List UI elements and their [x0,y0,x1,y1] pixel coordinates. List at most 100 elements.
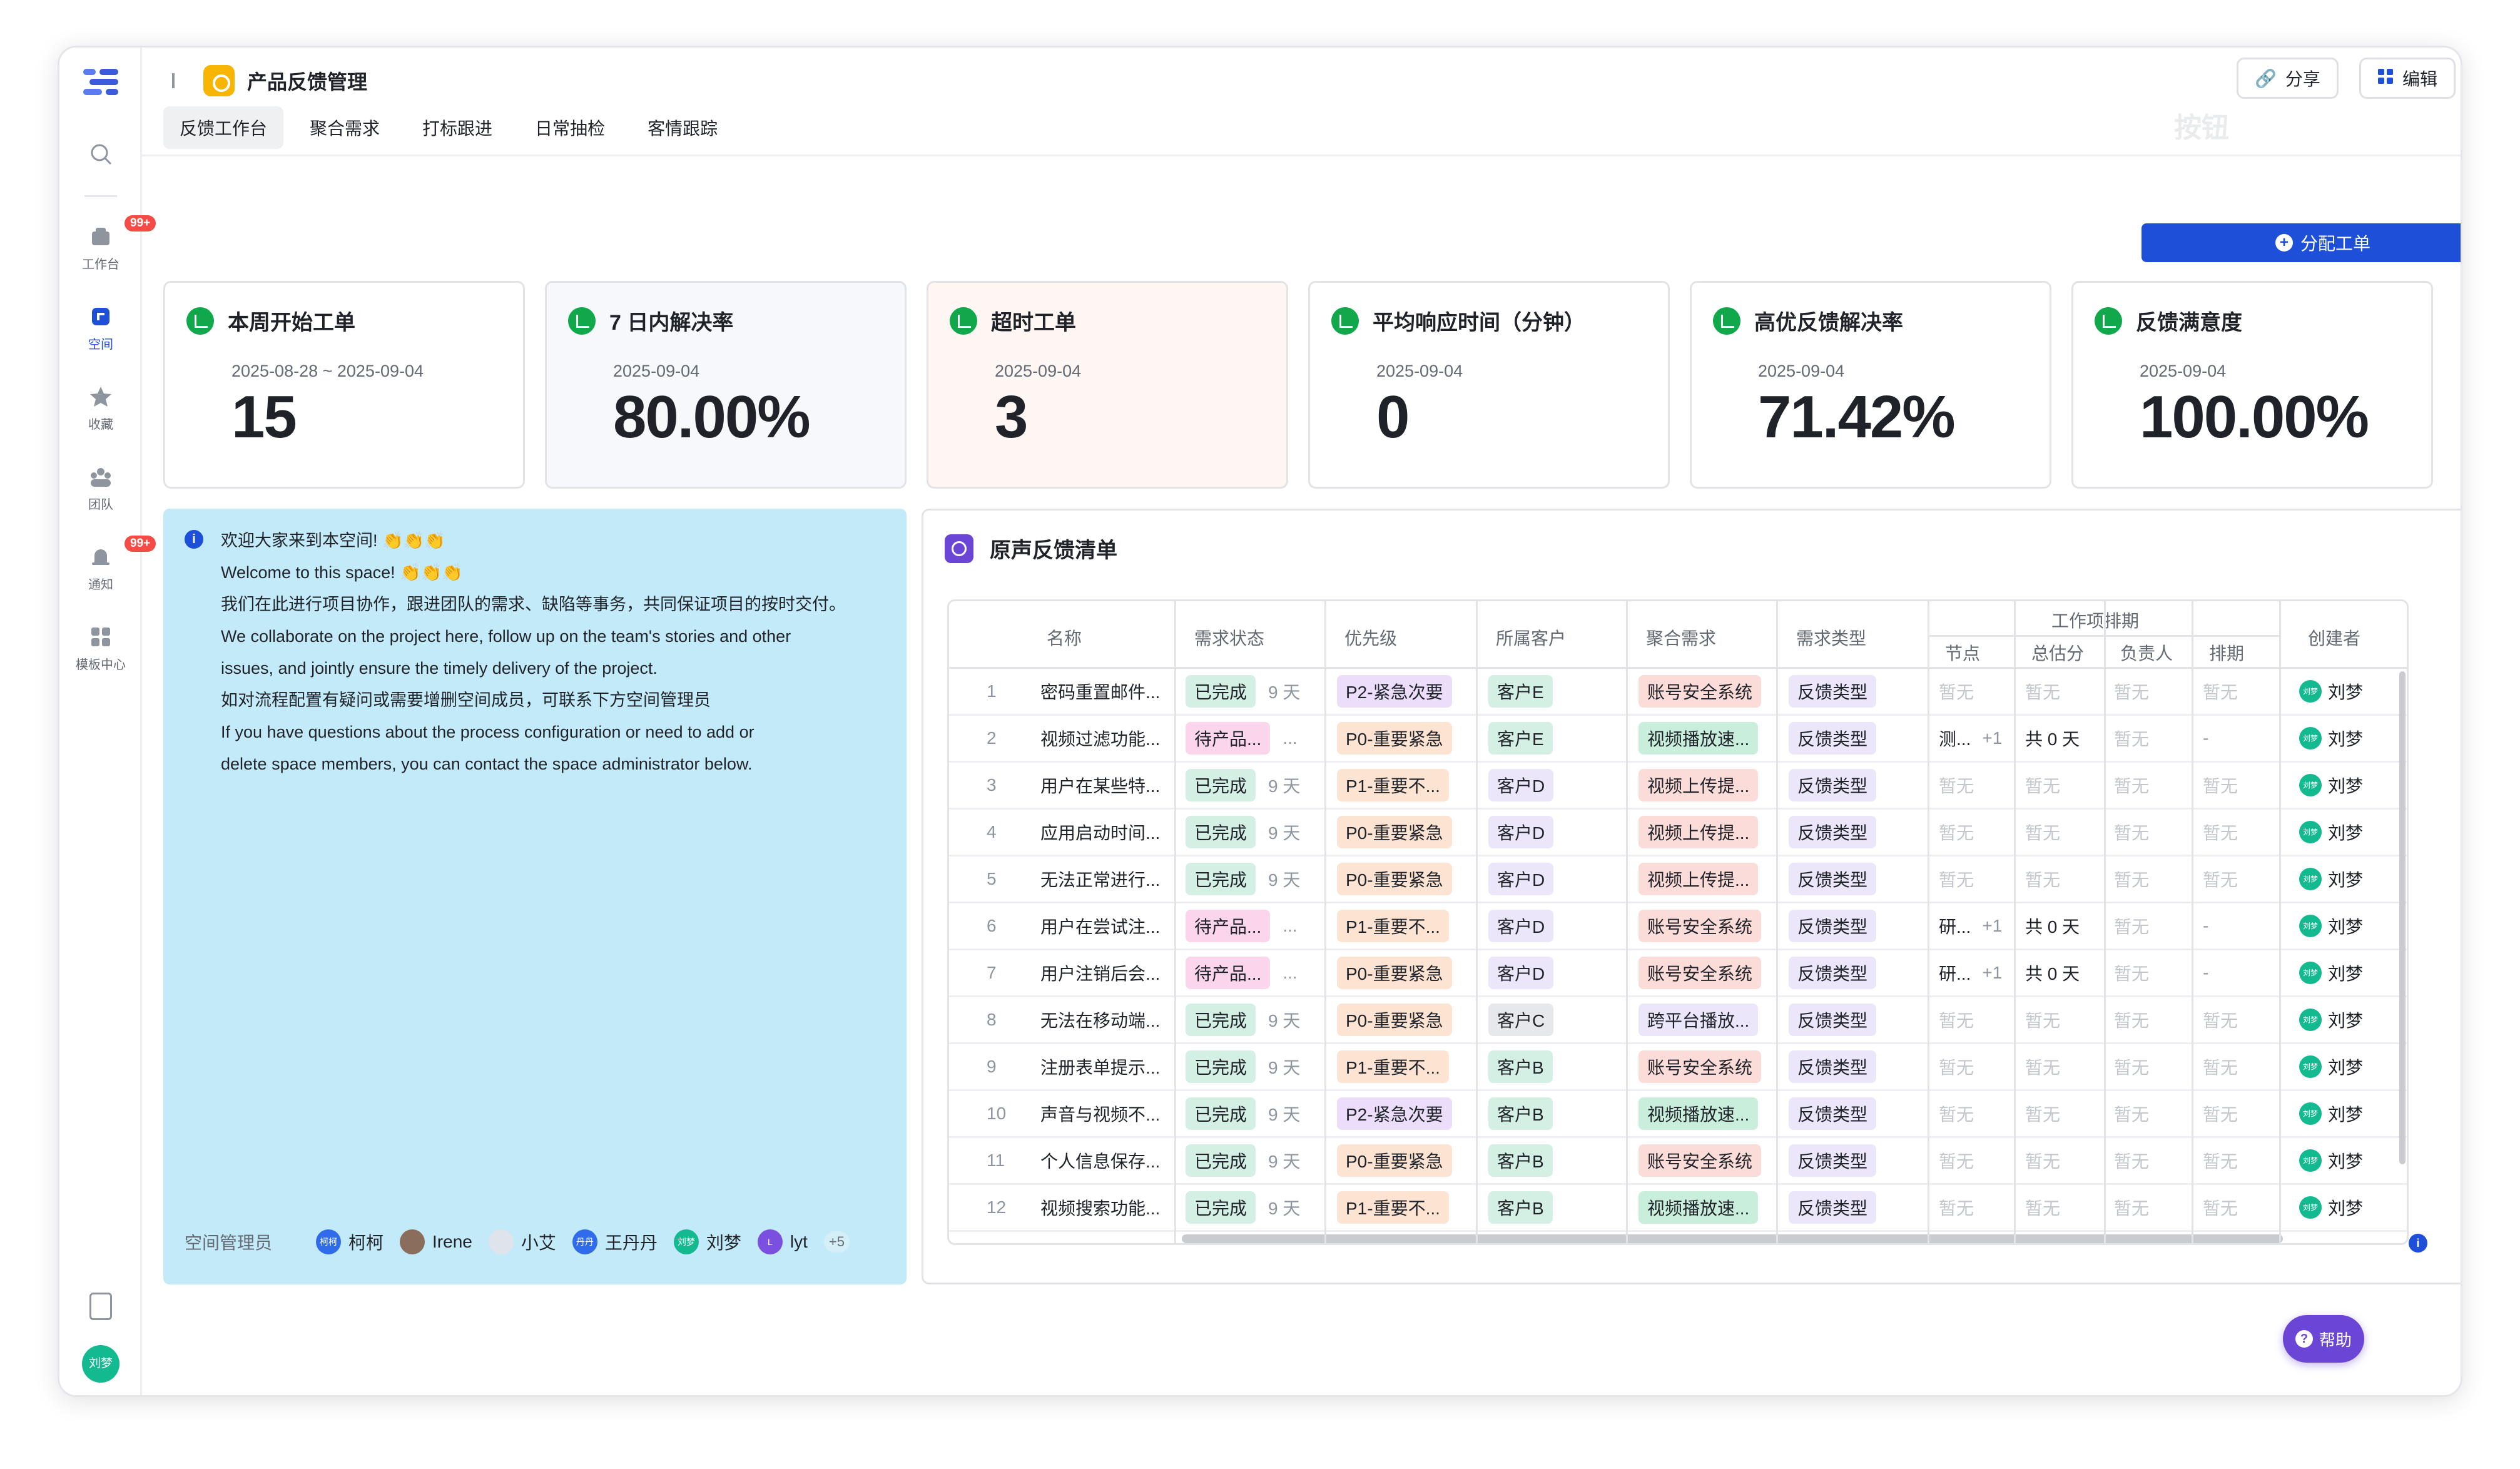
search-icon[interactable] [59,141,142,171]
col-type[interactable]: 需求类型 [1796,625,1866,650]
stat-card[interactable]: 高优反馈解决率 2025-09-04 71.42% [1690,281,2051,489]
sidebar-toggle-icon[interactable] [172,73,191,88]
days-label: 9 天 [1268,683,1301,702]
table-row[interactable]: 6 用户在尝试注... 待产品...... P1-重要不... 客户D 账号安全系统 反馈类… [949,903,2407,950]
welcome-line: 欢迎大家来到本空间! 👏👏👏 [221,531,445,550]
admin-member[interactable]: 丹丹 王丹丹 [572,1229,658,1254]
column-divider [1324,601,1326,1243]
nav-item-team[interactable]: 团队 [59,464,142,512]
score-value: 暂无 [2025,1011,2061,1030]
info-icon[interactable]: i [2409,1234,2427,1253]
stat-card[interactable]: 平均响应时间（分钟） 2025-09-04 0 [1308,281,1670,489]
tab-tagging[interactable]: 打标跟进 [406,106,509,149]
node-value: 暂无 [1939,683,1974,702]
chart-icon [950,307,977,335]
nav-item-label: 团队 [88,498,113,512]
workbench-icon: 99+ [88,215,156,249]
nav-item-workbench[interactable]: 99+ 工作台 [59,215,156,272]
table-row[interactable]: 1 密码重置邮件... 已完成 9 天 P2-紧急次要 客户E 账号安全系统 反馈类型 暂无 暂无… [949,669,2407,716]
left-nav: 99+ 工作台 空间 收藏 团队 99+ 通知 模板中心 刘梦 [59,48,156,1395]
nav-item-favorites[interactable]: 收藏 [59,384,142,432]
col-creator[interactable]: 创建者 [2308,625,2360,650]
app-logo-icon[interactable] [83,65,118,96]
assign-label: 分配工单 [2300,234,2370,253]
table-header: 名称 需求状态 优先级 所属客户 聚合需求 需求类型 工作项排期 节点 总估分 … [949,601,2407,669]
col-group-schedule[interactable]: 工作项排期 [2051,607,2139,633]
edit-button[interactable]: 编辑 [2359,58,2456,99]
owner-value: 暂无 [2114,823,2150,843]
days-label: ... [1283,728,1298,748]
assign-ticket-button[interactable]: + 分配工单 [2141,223,2461,262]
row-index: 9 [987,1057,997,1076]
col-schedule[interactable]: 排期 [2209,640,2244,665]
mobile-icon[interactable] [89,1293,112,1320]
column-divider [2192,601,2193,1243]
col-customer[interactable]: 所属客户 [1496,625,1566,650]
table-row[interactable]: 5 无法正常进行... 已完成 9 天 P0-重要紧急 客户D 视频上传提... 反馈类型 暂无… [949,856,2407,903]
score-value: 暂无 [2025,1105,2061,1124]
aggregate-tag: 账号安全系统 [1639,910,1762,942]
score-value: 共 0 天 [2025,964,2080,984]
tab-workbench[interactable]: 反馈工作台 [163,106,284,149]
type-tag: 反馈类型 [1789,1144,1877,1177]
stat-card[interactable]: 本周开始工单 2025-08-28 ~ 2025-09-04 15 [163,281,525,489]
node-value: 暂无 [1939,1152,1974,1171]
stat-card[interactable]: 超时工单 2025-09-04 3 [927,281,1288,489]
more-admins-badge[interactable]: +5 [823,1231,850,1253]
table-row[interactable]: 3 用户在某些特... 已完成 9 天 P1-重要不... 客户D 视频上传提... 反馈类型… [949,763,2407,810]
node-value: 暂无 [1939,1011,1974,1030]
table-row[interactable]: 9 注册表单提示... 已完成 9 天 P1-重要不... 客户B 账号安全系统 反馈类型 暂无… [949,1044,2407,1091]
aggregate-tag: 账号安全系统 [1639,1144,1762,1177]
col-score[interactable]: 总估分 [2031,640,2084,665]
avatar: 刘梦 [673,1229,699,1254]
horizontal-scrollbar[interactable] [1182,1234,2283,1243]
admin-member[interactable]: Llyt [757,1229,808,1254]
table-row[interactable]: 4 应用启动时间... 已完成 9 天 P0-重要紧急 客户D 视频上传提... 反馈类型 暂无… [949,810,2407,856]
row-index: 12 [987,1197,1007,1217]
table-row[interactable]: 7 用户注销后会... 待产品...... P0-重要紧急 客户D 账号安全系统 反馈类型 研… [949,950,2407,997]
row-name: 用户在尝试注... [1040,917,1161,937]
creator-name: 刘梦 [2328,1058,2364,1077]
type-tag: 反馈类型 [1789,1004,1877,1036]
nav-item-label: 通知 [88,578,113,592]
nav-item-templates[interactable]: 模板中心 [59,624,142,673]
col-name[interactable]: 名称 [1047,625,1082,650]
row-name: 无法正常进行... [1040,870,1161,890]
nav-item-space[interactable]: 空间 [59,304,142,352]
status-tag: 已完成 [1186,675,1256,708]
admin-member[interactable]: 柯柯 柯柯 [316,1229,384,1254]
status-tag: 待产品... [1186,722,1271,755]
table-row[interactable]: 10 声音与视频不... 已完成 9 天 P2-紧急次要 客户B 视频播放速... 反馈类型 暂… [949,1091,2407,1138]
row-name: 密码重置邮件... [1040,683,1161,702]
stat-card[interactable]: 7 日内解决率 2025-09-04 80.00% [545,281,907,489]
col-node[interactable]: 节点 [1945,640,1980,665]
col-status[interactable]: 需求状态 [1194,625,1264,650]
priority-tag: P1-重要不... [1337,769,1449,801]
tab-aggregate[interactable]: 聚合需求 [293,106,396,149]
creator-name: 刘梦 [2328,1105,2364,1124]
table-row[interactable]: 2 视频过滤功能... 待产品...... P0-重要紧急 客户E 视频播放速... 反馈类… [949,716,2407,763]
share-button[interactable]: 🔗 分享 [2237,58,2339,99]
user-avatar[interactable]: 刘梦 [82,1345,119,1383]
col-aggregate[interactable]: 聚合需求 [1646,625,1716,650]
col-priority[interactable]: 优先级 [1344,625,1397,650]
admin-member[interactable]: 刘梦 刘梦 [673,1229,741,1254]
admin-member[interactable]: 小艾 [488,1229,556,1254]
table-row[interactable]: 12 视频搜索功能... 已完成 9 天 P1-重要不... 客户B 视频播放速... 反馈类… [949,1185,2407,1232]
tab-customer[interactable]: 客情跟踪 [631,106,734,149]
admin-member[interactable]: Irene [400,1229,472,1254]
schedule-value: 暂无 [2203,1152,2238,1171]
stat-card[interactable]: 反馈满意度 2025-09-04 100.00% [2071,281,2433,489]
tab-inspection[interactable]: 日常抽检 [519,106,621,149]
nav-item-label: 模板中心 [76,658,126,672]
status-tag: 已完成 [1186,1050,1256,1083]
help-button[interactable]: ? 帮助 [2283,1315,2364,1363]
stat-card-header: 高优反馈解决率 [1713,305,1903,336]
nav-item-notifications[interactable]: 99+ 通知 [59,536,156,592]
nav-divider [84,195,117,197]
table-row[interactable]: 11 个人信息保存... 已完成 9 天 P0-重要紧急 客户B 账号安全系统 反馈类型 暂无 暂… [949,1138,2407,1185]
vertical-scrollbar[interactable] [2399,671,2406,1164]
score-value: 暂无 [2025,1152,2061,1171]
col-owner[interactable]: 负责人 [2120,640,2173,665]
table-row[interactable]: 8 无法在移动端... 已完成 9 天 P0-重要紧急 客户C 跨平台播放... 反馈类型 暂无… [949,997,2407,1044]
